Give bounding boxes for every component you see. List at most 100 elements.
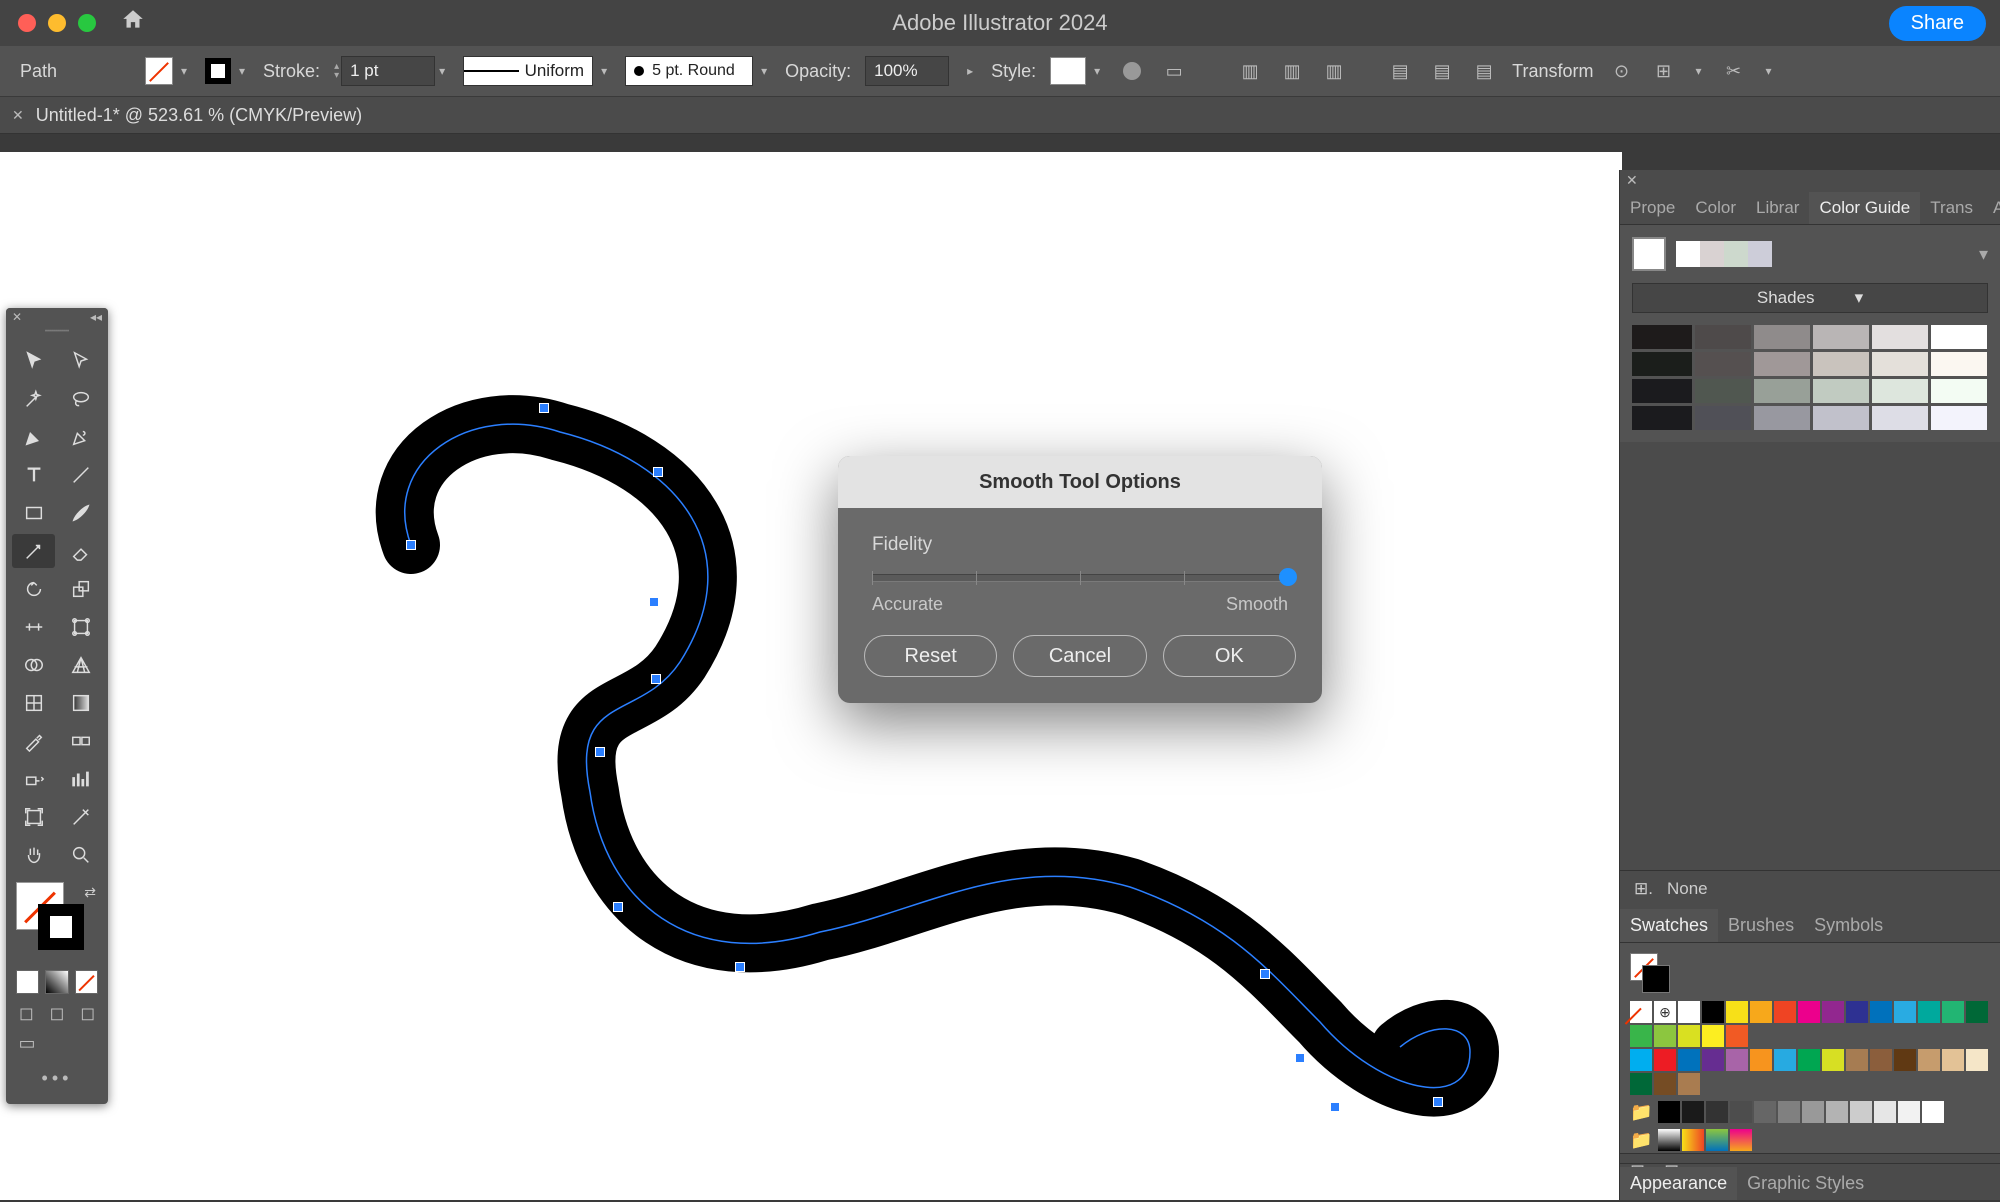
swatch-grid[interactable]: ⊕ (1630, 1001, 1990, 1047)
collapse-panel-icon[interactable]: ◂◂ (90, 310, 102, 324)
document-tab-label[interactable]: Untitled-1* @ 523.61 % (CMYK/Preview) (36, 105, 362, 126)
close-tab-icon[interactable]: ✕ (12, 107, 24, 124)
brush-definition-select[interactable]: 5 pt. Round (625, 56, 753, 86)
direct-selection-tool[interactable] (59, 344, 102, 378)
share-button[interactable]: Share (1889, 6, 1986, 41)
fullscreen-window-button[interactable] (78, 14, 96, 32)
close-panel-icon[interactable]: ✕ (12, 310, 22, 324)
anchor-point[interactable] (1295, 1053, 1305, 1063)
eyedropper-tool[interactable] (12, 724, 55, 758)
home-icon[interactable] (120, 7, 146, 40)
draw-behind-icon[interactable]: ◻ (47, 1002, 68, 1024)
eraser-tool[interactable] (59, 534, 102, 568)
tools-panel-header[interactable]: ✕ ◂◂ (6, 308, 108, 326)
swatch-library-icon[interactable]: ⊞. (1634, 879, 1653, 899)
chevron-down-icon[interactable]: ▾ (1090, 60, 1104, 82)
tab-properties[interactable]: Prope (1620, 192, 1685, 224)
anchor-point[interactable] (406, 540, 416, 550)
anchor-point[interactable] (613, 902, 623, 912)
smooth-tool[interactable] (12, 534, 55, 568)
anchor-point[interactable] (649, 597, 659, 607)
chevron-down-icon[interactable]: ▾ (757, 60, 771, 82)
swatch-grid[interactable] (1630, 1049, 1990, 1095)
pen-tool[interactable] (12, 420, 55, 454)
harmony-swatch-strip[interactable] (1676, 241, 1772, 267)
crop-image-icon[interactable]: ✂ (1720, 57, 1748, 85)
anchor-point[interactable] (539, 403, 549, 413)
tab-appearance[interactable]: Appearance (1620, 1167, 1737, 1200)
color-guide-mode-select[interactable]: Shades ▾ (1632, 283, 1988, 313)
stroke-indicator[interactable] (38, 904, 84, 950)
chevron-down-icon[interactable]: ▾ (177, 60, 191, 82)
artboard-tool[interactable] (12, 800, 55, 834)
color-mode-solid[interactable] (16, 970, 39, 994)
ok-button[interactable]: OK (1163, 635, 1296, 677)
minimize-window-button[interactable] (48, 14, 66, 32)
chevron-right-icon[interactable]: ▸ (963, 60, 977, 82)
anchor-point[interactable] (653, 467, 663, 477)
tab-brushes[interactable]: Brushes (1718, 909, 1804, 942)
align-to-icon[interactable]: ▭ (1160, 57, 1188, 85)
stroke-weight-input[interactable] (341, 56, 435, 86)
slice-tool[interactable] (59, 800, 102, 834)
anchor-point[interactable] (1260, 969, 1270, 979)
reset-button[interactable]: Reset (864, 635, 997, 677)
align-center-icon[interactable]: ▥ (1278, 57, 1306, 85)
color-mode-none[interactable] (75, 970, 98, 994)
graphic-style-select[interactable] (1050, 57, 1086, 85)
tab-color[interactable]: Color (1685, 192, 1746, 224)
chevron-down-icon[interactable]: ▾ (597, 60, 611, 82)
selection-tool[interactable] (12, 344, 55, 378)
column-graph-tool[interactable] (59, 762, 102, 796)
color-guide-grid[interactable] (1632, 325, 1988, 430)
color-mode-gradient[interactable] (45, 970, 68, 994)
screen-mode-icon[interactable]: ▭ (16, 1032, 38, 1054)
isolate-icon[interactable]: ⊙ (1608, 57, 1636, 85)
chevron-down-icon[interactable]: ▾ (1692, 60, 1706, 82)
anchor-point[interactable] (735, 962, 745, 972)
tab-transform[interactable]: Trans (1920, 192, 1983, 224)
zoom-tool[interactable] (59, 838, 102, 872)
swap-fill-stroke-icon[interactable]: ⇄ (84, 884, 96, 901)
hand-tool[interactable] (12, 838, 55, 872)
line-segment-tool[interactable] (59, 458, 102, 492)
tab-color-guide[interactable]: Color Guide (1809, 192, 1920, 224)
tab-align[interactable]: Ali (1983, 192, 2000, 224)
chevron-down-icon[interactable]: ▾ (1762, 60, 1776, 82)
swatch-folder[interactable]: 📁 (1630, 1101, 1990, 1123)
opacity-input[interactable] (865, 56, 949, 86)
fill-swatch[interactable] (145, 57, 173, 85)
recolor-artwork-icon[interactable] (1118, 57, 1146, 85)
mesh-tool[interactable] (12, 686, 55, 720)
slider-thumb[interactable] (1279, 568, 1297, 586)
select-similar-icon[interactable]: ⊞ (1650, 57, 1678, 85)
stroke-swatch[interactable] (205, 58, 231, 84)
canvas[interactable] (0, 152, 1622, 1200)
scale-tool[interactable] (59, 572, 102, 606)
blend-tool[interactable] (59, 724, 102, 758)
lasso-tool[interactable] (59, 382, 102, 416)
tab-libraries[interactable]: Librar (1746, 192, 1809, 224)
width-profile-select[interactable]: Uniform (463, 56, 593, 86)
gradient-tool[interactable] (59, 686, 102, 720)
magic-wand-tool[interactable] (12, 382, 55, 416)
anchor-point[interactable] (1330, 1102, 1340, 1112)
align-right-icon[interactable]: ▥ (1320, 57, 1348, 85)
align-top-icon[interactable]: ▤ (1386, 57, 1414, 85)
rectangle-tool[interactable] (12, 496, 55, 530)
align-bottom-icon[interactable]: ▤ (1470, 57, 1498, 85)
anchor-point[interactable] (1433, 1097, 1443, 1107)
anchor-point[interactable] (651, 674, 661, 684)
width-tool[interactable] (12, 610, 55, 644)
align-left-icon[interactable]: ▥ (1236, 57, 1264, 85)
close-window-button[interactable] (18, 14, 36, 32)
perspective-grid-tool[interactable] (59, 648, 102, 682)
tab-symbols[interactable]: Symbols (1804, 909, 1893, 942)
shape-builder-tool[interactable] (12, 648, 55, 682)
fill-stroke-indicator[interactable]: ⇄ (16, 882, 98, 964)
symbol-sprayer-tool[interactable] (12, 762, 55, 796)
edit-toolbar-button[interactable]: ••• (6, 1062, 108, 1094)
anchor-point[interactable] (595, 747, 605, 757)
align-middle-icon[interactable]: ▤ (1428, 57, 1456, 85)
draw-inside-icon[interactable]: ◻ (77, 1002, 98, 1024)
